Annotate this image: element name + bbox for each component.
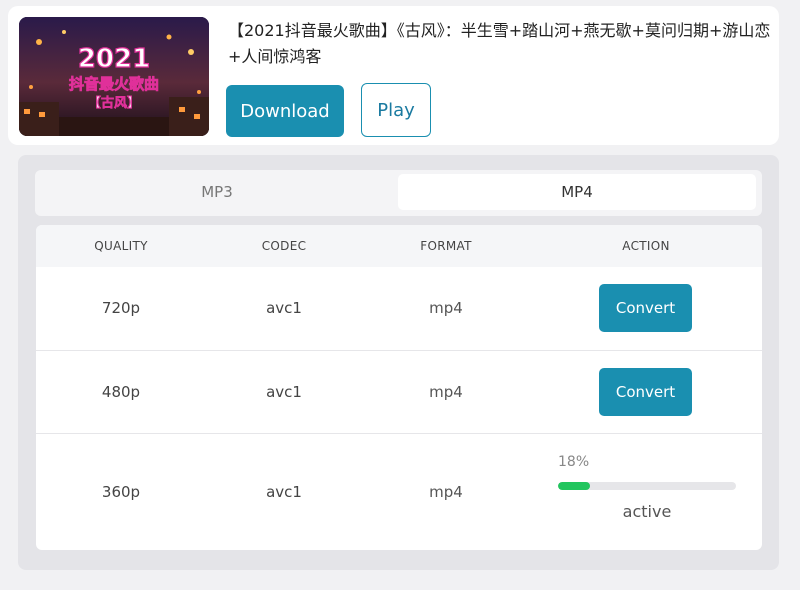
format-cell: mp4 [429, 483, 463, 501]
codec-cell: avc1 [266, 483, 302, 501]
quality-cell: 480p [101, 383, 141, 401]
format-tabs: MP3 MP4 [35, 170, 762, 216]
format-cell: mp4 [429, 383, 463, 401]
progress-bar-fill [558, 482, 591, 490]
quality-cell: 720p [101, 299, 141, 317]
header-quality: QUALITY [94, 239, 148, 253]
table-row: 720p avc1 mp4 Convert [36, 267, 762, 350]
conversion-progress: 18% active [556, 434, 738, 544]
format-panel: MP3 MP4 QUALITY CODEC FORMAT ACTION 720p… [18, 155, 779, 570]
convert-button-720p[interactable]: Convert [599, 284, 692, 332]
format-cell: mp4 [429, 299, 463, 317]
progress-bar-track [558, 482, 736, 490]
codec-cell: avc1 [266, 383, 302, 401]
header-action: ACTION [622, 239, 670, 253]
table-row: 360p avc1 mp4 18% active [36, 433, 762, 550]
conversion-status: active [622, 502, 672, 521]
convert-button-480p[interactable]: Convert [599, 368, 692, 416]
progress-percent: 18% [558, 454, 590, 470]
format-table: QUALITY CODEC FORMAT ACTION 720p avc1 mp… [36, 225, 762, 550]
thumbnail-line2: 【古风】 [88, 95, 140, 111]
video-title: 【2021抖音最火歌曲】《古风》：半生雪+踏山河+燕无歇+莫问归期+游山恋+人间… [228, 21, 771, 66]
thumbnail-image: 2021 抖音最火歌曲 【古风】 [19, 17, 209, 136]
video-thumbnail[interactable]: 2021 抖音最火歌曲 【古风】 [19, 17, 209, 136]
download-button[interactable]: Download [226, 85, 344, 137]
tab-mp3[interactable]: MP3 [39, 174, 395, 210]
header-codec: CODEC [261, 239, 307, 253]
play-button[interactable]: Play [361, 83, 431, 137]
thumbnail-year: 2021 [78, 44, 150, 74]
codec-cell: avc1 [266, 299, 302, 317]
table-header: QUALITY CODEC FORMAT ACTION [36, 225, 762, 267]
thumbnail-line1: 抖音最火歌曲 [69, 75, 159, 93]
header-format: FORMAT [420, 239, 472, 253]
quality-cell: 360p [101, 483, 141, 501]
video-card: 2021 抖音最火歌曲 【古风】 【2021抖音最火歌曲】《古风》：半生雪+踏山… [8, 6, 779, 145]
table-row: 480p avc1 mp4 Convert [36, 350, 762, 433]
tab-mp4[interactable]: MP4 [398, 174, 756, 210]
